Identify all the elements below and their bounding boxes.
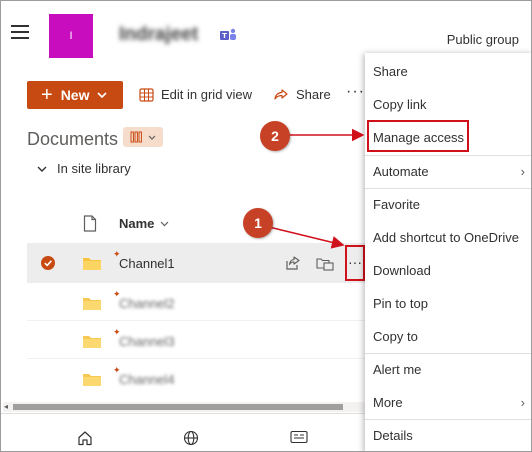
name-column-header[interactable]: Name	[119, 216, 169, 231]
site-library-label: In site library	[57, 161, 131, 176]
name-column-label: Name	[119, 216, 155, 231]
table-row[interactable]: ✦ Channel4	[27, 359, 365, 397]
menu-item-label: Manage access	[373, 130, 465, 145]
table-row[interactable]: ✦ Channel3	[27, 321, 365, 359]
edit-grid-view-button[interactable]: Edit in grid view	[139, 87, 252, 102]
site-logo[interactable]: I	[49, 14, 93, 58]
chevron-right-icon: ›	[520, 395, 525, 410]
share-label: Share	[296, 87, 331, 102]
plus-icon: +	[41, 84, 53, 106]
file-name[interactable]: Channel4	[119, 372, 175, 387]
folder-icon	[83, 298, 101, 310]
file-icon[interactable]	[83, 215, 97, 232]
menu-item-pin-to-top[interactable]: Pin to top	[365, 287, 531, 320]
menu-item-label: Favorite	[373, 197, 420, 212]
site-library-group[interactable]: In site library	[37, 161, 131, 176]
group-type-label: Public group	[446, 32, 519, 47]
menu-item-label: Copy to	[373, 329, 418, 344]
share-icon[interactable]	[285, 255, 301, 271]
chevron-down-icon	[37, 166, 47, 172]
menu-item-alert-me[interactable]: Alert me	[365, 353, 531, 386]
grid-icon	[139, 87, 154, 102]
scroll-left-icon[interactable]: ◂	[4, 402, 8, 411]
share-button[interactable]: Share	[273, 87, 331, 102]
home-icon[interactable]	[77, 430, 93, 446]
folder-icon	[83, 336, 101, 348]
copy-link-icon[interactable]	[316, 255, 334, 271]
share-icon	[274, 88, 288, 100]
hamburger-icon[interactable]	[11, 25, 29, 39]
menu-item-label: Alert me	[373, 362, 422, 377]
menu-item-label: Automate	[373, 164, 429, 179]
news-icon[interactable]	[290, 430, 308, 444]
menu-item-label: More	[373, 395, 403, 410]
context-menu: Share Copy link Manage access Automate › …	[365, 53, 531, 451]
bottom-navigation	[1, 413, 365, 451]
new-button[interactable]: + New	[27, 81, 123, 109]
folder-icon	[83, 258, 101, 270]
new-button-label: New	[60, 87, 90, 103]
chevron-down-icon	[97, 92, 108, 98]
chevron-down-icon	[160, 221, 169, 226]
selected-check-icon[interactable]	[41, 256, 55, 270]
table-row[interactable]: ✦ Channel2	[27, 283, 365, 321]
site-name[interactable]: Indrajeet	[119, 24, 198, 46]
menu-item-copy-to[interactable]: Copy to	[365, 320, 531, 353]
more-actions-button[interactable]: ···	[345, 245, 365, 281]
step2-badge: 2	[260, 121, 290, 151]
scrollbar-thumb[interactable]	[13, 404, 343, 410]
file-name[interactable]: Channel1	[119, 256, 175, 271]
table-row[interactable]: ✦ Channel1 ···	[27, 243, 365, 283]
library-view-icon[interactable]	[123, 127, 163, 147]
menu-item-add-shortcut[interactable]: Add shortcut to OneDrive	[365, 221, 531, 254]
menu-item-share[interactable]: Share	[365, 55, 531, 88]
file-name[interactable]: Channel2	[119, 296, 175, 311]
menu-item-label: Share	[373, 64, 408, 79]
step1-badge: 1	[243, 208, 273, 238]
menu-item-copy-link[interactable]: Copy link	[365, 88, 531, 121]
chevron-right-icon: ›	[520, 164, 525, 179]
menu-item-details[interactable]: Details	[365, 419, 531, 451]
menu-item-label: Details	[373, 428, 413, 443]
menu-item-label: Add shortcut to OneDrive	[373, 230, 519, 245]
column-header: Name	[1, 213, 365, 237]
edit-grid-view-label: Edit in grid view	[161, 87, 253, 102]
sharepoint-window: I Indrajeet T Public group + New Edit in…	[0, 0, 532, 452]
menu-item-label: Copy link	[373, 97, 427, 112]
folder-icon	[83, 374, 101, 386]
menu-item-label: Download	[373, 263, 431, 278]
file-name[interactable]: Channel3	[119, 334, 175, 349]
menu-item-automate[interactable]: Automate ›	[365, 155, 531, 188]
teams-icon[interactable]: T	[219, 27, 237, 43]
svg-text:T: T	[222, 32, 227, 40]
globe-icon[interactable]	[183, 430, 199, 446]
menu-item-favorite[interactable]: Favorite	[365, 188, 531, 221]
horizontal-scrollbar[interactable]: ◂	[3, 402, 365, 412]
menu-item-download[interactable]: Download	[365, 254, 531, 287]
chevron-down-icon	[148, 135, 156, 140]
menu-item-more[interactable]: More ›	[365, 386, 531, 419]
library-title[interactable]: Documents	[27, 129, 118, 150]
menu-item-manage-access[interactable]: Manage access	[365, 121, 531, 154]
menu-item-label: Pin to top	[373, 296, 428, 311]
